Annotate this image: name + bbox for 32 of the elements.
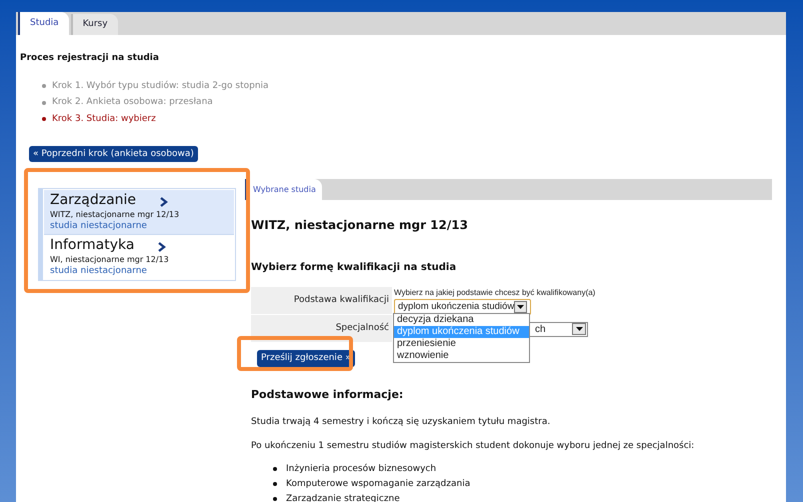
study-heading: WITZ, niestacjonarne mgr 12/13 <box>251 217 469 234</box>
study-code: WITZ, niestacjonarne mgr 12/13 <box>50 209 180 220</box>
study-name: Informatyka <box>50 238 134 253</box>
bullet-icon <box>273 466 277 470</box>
field-hint: Wybierz na jakiej podstawie chcesz być kwalifikowany(a) <box>394 288 596 298</box>
bullet-icon <box>273 496 277 500</box>
step-text: Krok 2. Ankieta osobowa: przesłana <box>52 96 213 109</box>
study-mode: studia niestacjonarne <box>50 265 148 277</box>
section-title: Proces rejestracji na studia <box>20 52 160 65</box>
tab[interactable]: Wybrane studia <box>245 179 322 200</box>
study-code: WI, niestacjonarne mgr 12/13 <box>50 254 170 265</box>
chevron-icon <box>160 197 168 207</box>
info-paragraph: Po ukończeniu 1 semestru studiów magisterskich student dokonuje wyboru jednej ze specjalności: <box>251 440 696 452</box>
info-paragraph: Studia trwają 4 semestry i kończą się uzyskaniem tytułu magistra. <box>251 416 552 428</box>
chevron-icon <box>158 242 166 252</box>
specialization-item: Komputerowe wspomaganie zarządzania <box>286 478 470 490</box>
tab[interactable]: Studia <box>18 12 69 35</box>
step-text: Krok 3. Studia: wybierz <box>52 112 156 126</box>
field-label: Specjalność <box>336 322 389 335</box>
previous-step-button[interactable]: « Poprzedni krok (ankieta osobowa) <box>29 146 198 162</box>
study-name: Zarządzanie <box>50 193 136 208</box>
qualification-select[interactable]: dyplom ukończenia studiów <box>394 298 531 314</box>
step-text: Krok 1. Wybór typu studiów: studia 2-go stopnia <box>52 80 269 92</box>
bullet-icon <box>273 482 277 486</box>
specialization-item: Zarządzanie strategiczne <box>286 492 400 502</box>
specialization-item: Inżynieria procesów biznesowych <box>286 462 436 474</box>
info-heading: Podstawowe informacje: <box>251 387 404 403</box>
tab[interactable]: Kursy <box>70 14 118 35</box>
study-item[interactable]: Zarządzanie WITZ, niestacjonarne mgr 12/13 studia niestacjonarne <box>44 190 234 235</box>
field-label: Podstawa kwalifikacji <box>294 294 389 307</box>
form-heading: Wybierz formę kwalifikacji na studia <box>251 261 458 275</box>
study-mode: studia niestacjonarne <box>50 220 148 232</box>
